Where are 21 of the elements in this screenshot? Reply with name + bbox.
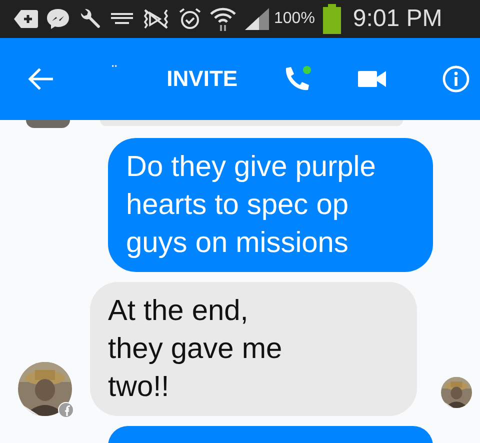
back-icon[interactable] <box>28 67 54 91</box>
battery-percentage: 100% <box>274 10 315 28</box>
phone-icon[interactable] <box>284 65 312 93</box>
wifi-icon <box>210 7 236 31</box>
battery-icon <box>322 4 341 34</box>
video-camera-icon[interactable] <box>358 69 386 89</box>
message-bubble: Do they give purple hearts to spec op guys on missions <box>108 138 433 272</box>
chat-bubble-icon <box>46 8 70 30</box>
avatar <box>26 120 70 128</box>
message-bubble: At the end, they gave me two!! <box>90 282 417 416</box>
signal-icon <box>244 7 270 31</box>
alarm-clock-icon <box>178 7 202 31</box>
info-icon[interactable] <box>442 65 470 93</box>
badge-icon <box>58 402 74 418</box>
contact-name[interactable]: ¨ <box>112 62 117 78</box>
wrench-icon <box>78 7 102 31</box>
invite-button[interactable]: INVITE <box>166 66 238 92</box>
vibrate-mute-icon <box>142 7 170 31</box>
clock: 9:01 PM <box>352 5 442 33</box>
keyboard-icon <box>110 12 134 26</box>
add-notification-icon <box>14 9 38 29</box>
